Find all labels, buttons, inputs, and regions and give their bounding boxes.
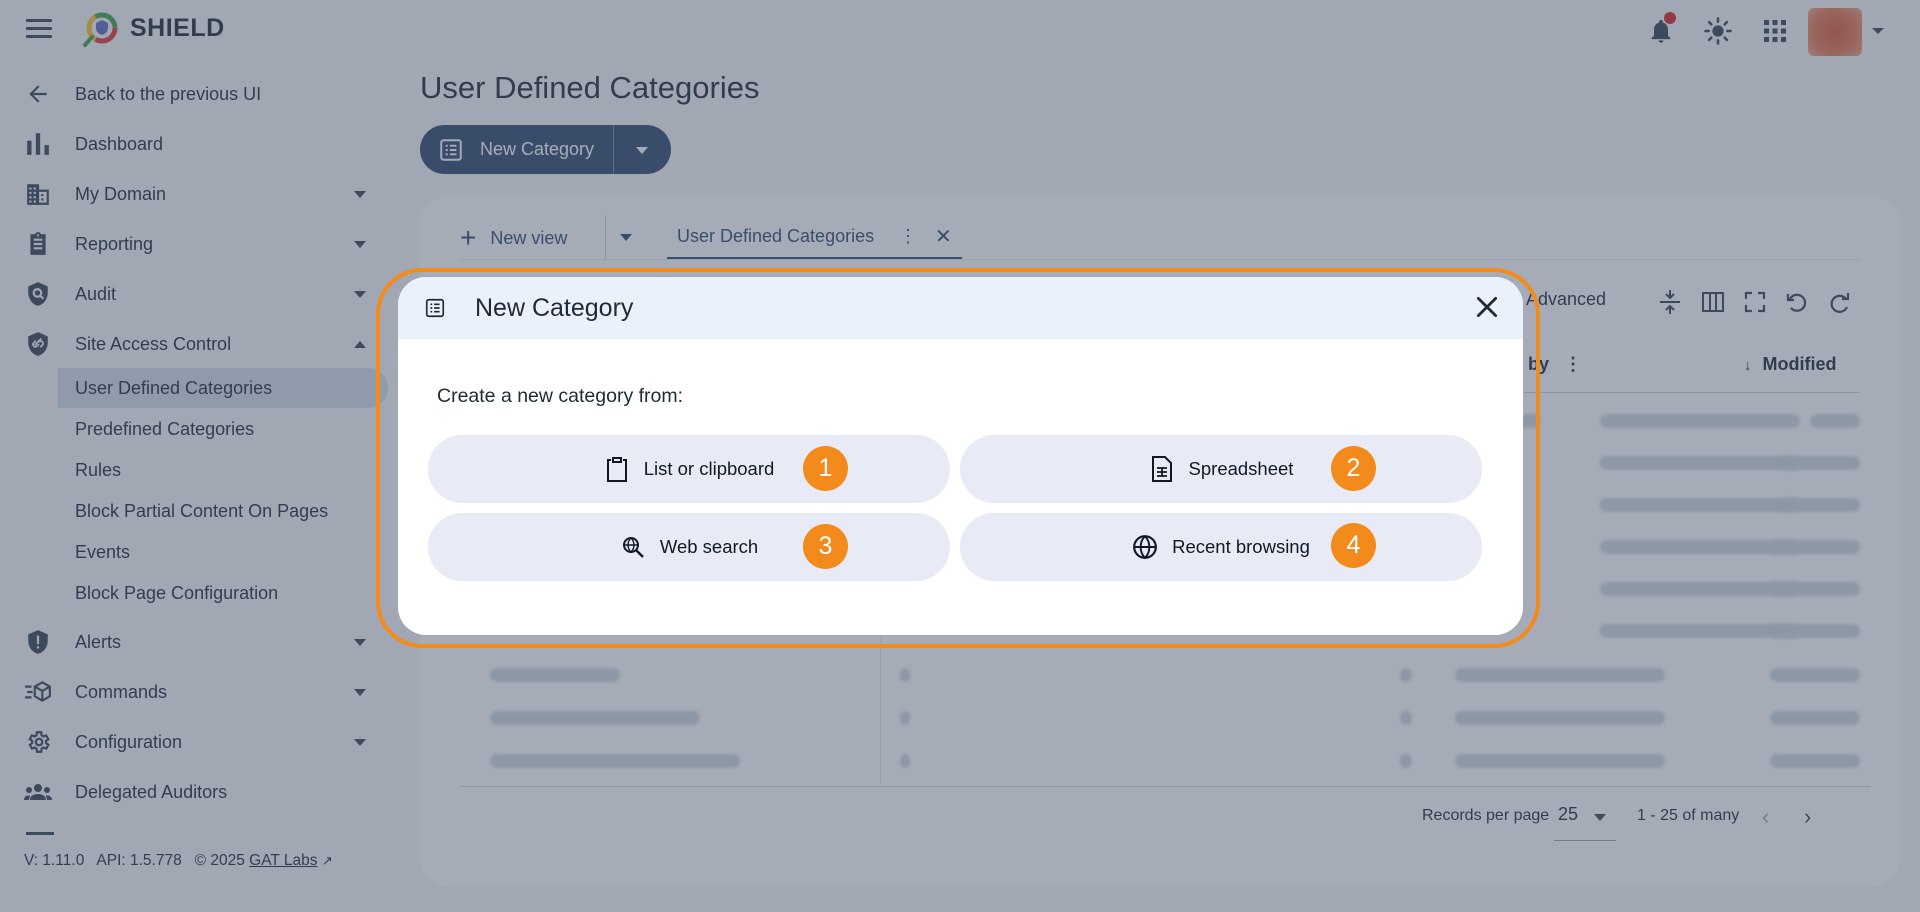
web-search-icon	[620, 534, 646, 560]
option-list-or-clipboard[interactable]: List or clipboard	[428, 435, 950, 503]
option-recent-browsing[interactable]: Recent browsing	[960, 513, 1482, 581]
dialog-subtitle: Create a new category from:	[437, 385, 684, 407]
clipboard-icon	[604, 456, 630, 482]
option-label: Spreadsheet	[1188, 458, 1294, 479]
close-icon[interactable]	[1474, 294, 1500, 320]
dialog-header: New Category	[398, 277, 1523, 339]
callout-badge: 2	[1331, 446, 1376, 491]
spreadsheet-icon	[1149, 456, 1175, 482]
option-label: List or clipboard	[643, 458, 775, 479]
option-spreadsheet[interactable]: Spreadsheet	[960, 435, 1482, 503]
callout-badge: 3	[803, 524, 848, 569]
callout-badge: 4	[1331, 523, 1376, 568]
list-icon	[425, 298, 445, 318]
globe-icon	[1132, 534, 1158, 560]
option-label: Web search	[659, 536, 759, 557]
callout-badge: 1	[803, 446, 848, 491]
option-label: Recent browsing	[1172, 536, 1310, 557]
option-web-search[interactable]: Web search	[428, 513, 950, 581]
dialog-title: New Category	[475, 294, 634, 322]
